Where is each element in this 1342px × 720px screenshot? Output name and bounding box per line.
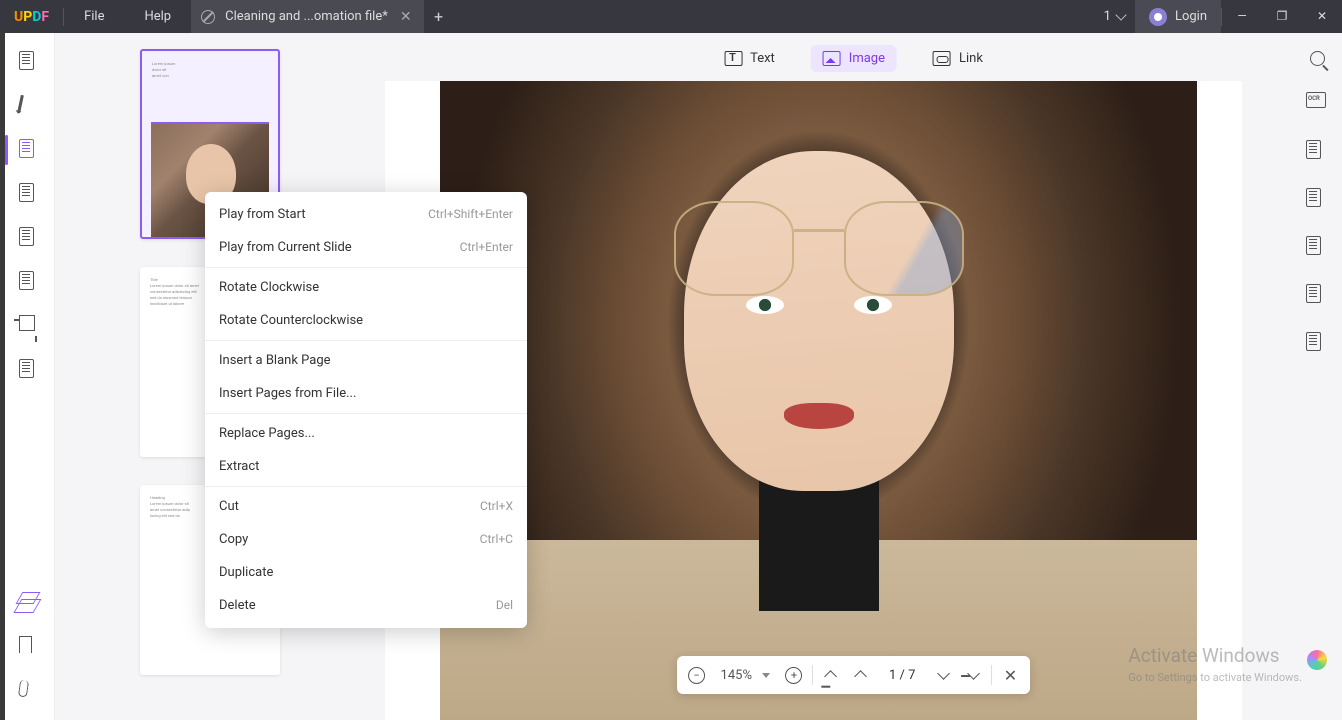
watermark-title: Activate Windows [1128, 644, 1302, 667]
text-icon [724, 51, 742, 66]
left-sidebar [5, 33, 55, 720]
watermark-sub: Go to Settings to activate Windows. [1128, 671, 1302, 684]
convert-button[interactable] [1306, 140, 1328, 162]
next-page-button[interactable] [931, 663, 955, 687]
separator [812, 665, 813, 685]
link-label: Link [959, 51, 983, 66]
edit-mode-tools: Text Image Link [712, 45, 995, 72]
separator [205, 413, 527, 414]
document-tab[interactable]: Cleaning and ...omation file* ✕ [191, 0, 423, 33]
dropdown-icon [762, 673, 770, 682]
page-navigator: − 145% + 1 / 7 ✕ [677, 656, 1031, 694]
zoom-dropdown[interactable]: 145% [715, 668, 776, 683]
edit-tool[interactable] [19, 139, 41, 161]
ctx-rotate-cw[interactable]: Rotate Clockwise [205, 271, 527, 304]
redact-tool[interactable] [19, 359, 41, 381]
last-page-button[interactable] [961, 663, 985, 687]
layers-tool[interactable] [19, 592, 41, 614]
tools-tool[interactable] [19, 271, 41, 293]
zoom-out-button[interactable]: − [685, 663, 709, 687]
menu-help[interactable]: Help [124, 9, 191, 24]
prev-page-button[interactable] [849, 663, 873, 687]
titlebar: UPDF File Help Cleaning and ...omation f… [0, 0, 1342, 33]
ai-button[interactable] [1307, 650, 1327, 670]
ctx-cut[interactable]: CutCtrl+X [205, 490, 527, 523]
menu-file[interactable]: File [64, 9, 124, 24]
maximize-button[interactable]: ❐ [1262, 0, 1302, 33]
text-label: Text [750, 51, 775, 66]
ocr-button[interactable] [1306, 92, 1328, 114]
document-image[interactable] [440, 81, 1197, 720]
login-button[interactable]: Login [1135, 0, 1221, 33]
separator [991, 665, 992, 685]
tab-doc-icon [201, 10, 215, 24]
email-button[interactable] [1306, 284, 1328, 306]
zoom-value: 145% [721, 668, 752, 683]
close-icon[interactable]: ✕ [398, 9, 414, 25]
app-logo: UPDF [0, 9, 63, 25]
minimize-button[interactable]: — [1222, 0, 1262, 33]
share-button[interactable] [1306, 236, 1328, 258]
ctx-insert-blank[interactable]: Insert a Blank Page [205, 344, 527, 377]
tab-count: 1 [1104, 9, 1111, 24]
zoom-in-button[interactable]: + [782, 663, 806, 687]
organize-tool[interactable] [19, 183, 41, 205]
first-page-button[interactable] [819, 663, 843, 687]
link-icon [933, 51, 951, 66]
close-button[interactable]: ✕ [1302, 0, 1342, 33]
bookmark-tool[interactable] [19, 636, 41, 658]
ctx-copy[interactable]: CopyCtrl+C [205, 523, 527, 556]
search-button[interactable] [1310, 51, 1325, 66]
login-label: Login [1175, 9, 1207, 24]
tab-count-dropdown[interactable]: 1 [1094, 9, 1135, 24]
right-sidebar [1292, 33, 1342, 720]
comment-tool[interactable] [19, 95, 41, 117]
separator [205, 340, 527, 341]
crop-tool[interactable] [19, 315, 41, 337]
tab-title: Cleaning and ...omation file* [225, 9, 388, 24]
batch-button[interactable] [1306, 332, 1328, 354]
reader-tool[interactable] [19, 51, 41, 73]
page-tool[interactable] [19, 227, 41, 249]
ctx-extract[interactable]: Extract [205, 450, 527, 483]
ctx-insert-file[interactable]: Insert Pages from File... [205, 377, 527, 410]
link-mode-button[interactable]: Link [921, 45, 995, 72]
add-tab-button[interactable]: + [424, 7, 454, 26]
image-label: Image [849, 51, 885, 66]
image-mode-button[interactable]: Image [811, 45, 897, 72]
image-icon [823, 51, 841, 66]
ctx-replace[interactable]: Replace Pages... [205, 417, 527, 450]
separator [205, 267, 527, 268]
ctx-play-current[interactable]: Play from Current SlideCtrl+Enter [205, 231, 527, 264]
page-indicator[interactable]: 1 / 7 [879, 668, 925, 683]
windows-watermark: Activate Windows Go to Settings to activ… [1128, 644, 1302, 684]
protect-button[interactable] [1306, 188, 1328, 210]
chevron-down-icon [1115, 9, 1126, 20]
ctx-play-start[interactable]: Play from StartCtrl+Shift+Enter [205, 198, 527, 231]
avatar-icon [1149, 8, 1167, 26]
ctx-duplicate[interactable]: Duplicate [205, 556, 527, 589]
context-menu: Play from StartCtrl+Shift+Enter Play fro… [205, 192, 527, 628]
close-nav-button[interactable]: ✕ [998, 663, 1022, 687]
ctx-delete[interactable]: DeleteDel [205, 589, 527, 622]
separator [205, 486, 527, 487]
attachment-tool[interactable] [19, 680, 41, 702]
ctx-rotate-ccw[interactable]: Rotate Counterclockwise [205, 304, 527, 337]
text-mode-button[interactable]: Text [712, 45, 787, 72]
